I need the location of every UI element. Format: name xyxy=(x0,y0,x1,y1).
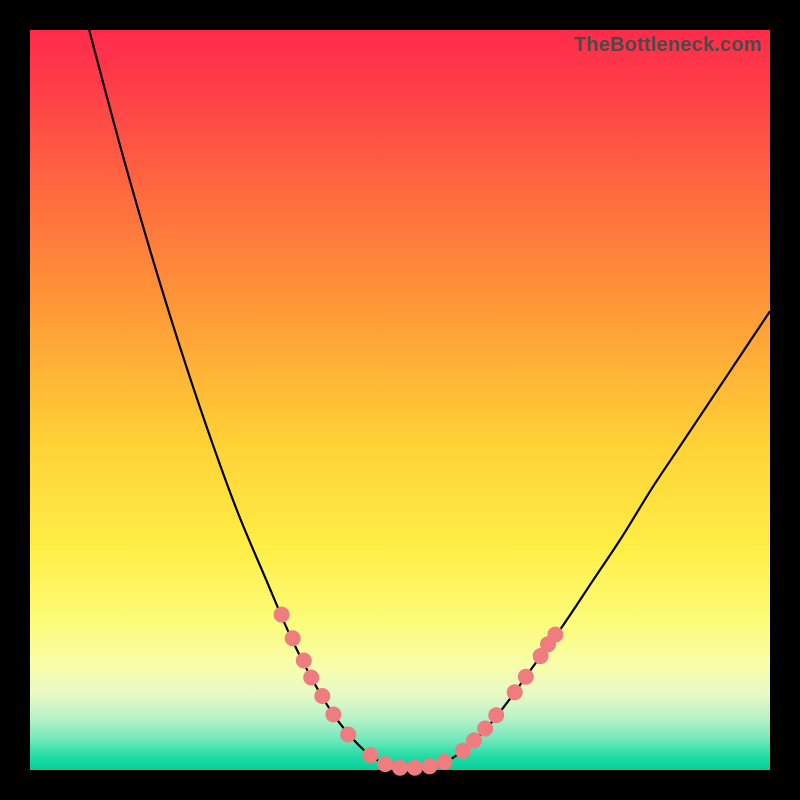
marker-group xyxy=(274,607,563,775)
marker-dot xyxy=(378,757,393,772)
marker-dot xyxy=(422,759,437,774)
marker-dot xyxy=(315,689,330,704)
marker-dot xyxy=(341,727,356,742)
marker-dot xyxy=(437,754,452,769)
marker-dot xyxy=(489,708,504,723)
marker-dot xyxy=(363,748,378,763)
marker-dot xyxy=(507,685,522,700)
marker-dot xyxy=(326,707,341,722)
marker-dot xyxy=(467,733,482,748)
chart-svg xyxy=(30,30,770,770)
marker-dot xyxy=(274,607,289,622)
marker-dot xyxy=(478,721,493,736)
marker-dot xyxy=(518,669,533,684)
marker-dot xyxy=(407,760,422,775)
marker-dot xyxy=(304,670,319,685)
marker-dot xyxy=(285,631,300,646)
marker-dot xyxy=(296,653,311,668)
chart-frame: TheBottleneck.com xyxy=(30,30,770,770)
marker-dot xyxy=(548,627,563,642)
marker-dot xyxy=(393,760,408,775)
bottleneck-curve xyxy=(89,30,770,768)
